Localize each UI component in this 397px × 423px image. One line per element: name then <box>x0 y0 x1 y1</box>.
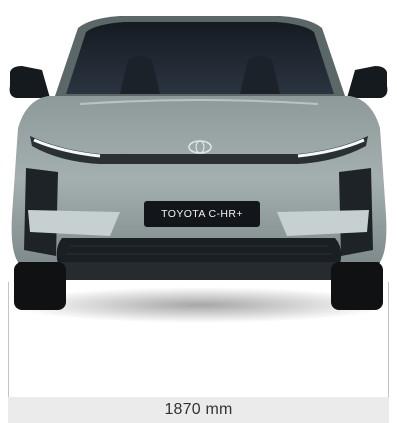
dimension-guide-left <box>8 282 9 397</box>
plate-text: TOYOTA C-HR+ <box>161 208 243 220</box>
license-plate: TOYOTA C-HR+ <box>144 201 260 227</box>
vehicle-width-view: TOYOTA C-HR+ 1870 mm <box>0 0 397 423</box>
width-dimension-label: 1870 mm <box>164 401 233 418</box>
width-dimension-bar: 1870 mm <box>8 397 389 423</box>
dimension-guide-right <box>388 282 389 397</box>
car-front-image <box>9 16 390 323</box>
